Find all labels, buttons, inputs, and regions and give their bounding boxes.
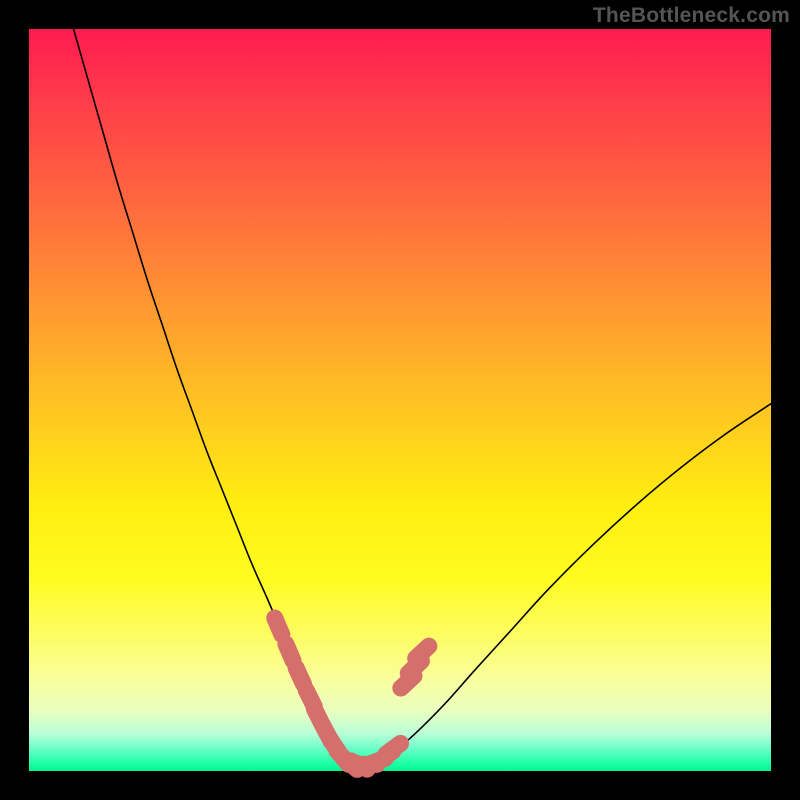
plot-area bbox=[29, 29, 771, 771]
marker-point bbox=[416, 646, 429, 658]
chart-frame: TheBottleneck.com bbox=[0, 0, 800, 800]
highlight-markers bbox=[275, 618, 429, 769]
chart-svg bbox=[29, 29, 771, 771]
marker-point bbox=[286, 644, 293, 661]
marker-point bbox=[275, 618, 282, 635]
marker-point bbox=[296, 668, 304, 684]
marker-point bbox=[386, 743, 400, 754]
watermark-text: TheBottleneck.com bbox=[593, 4, 790, 28]
